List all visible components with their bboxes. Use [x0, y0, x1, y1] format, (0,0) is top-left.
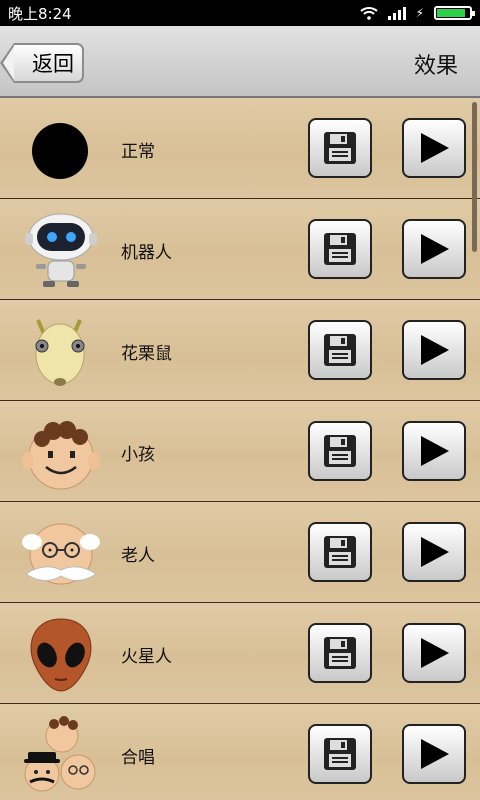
scrollbar[interactable] [472, 102, 477, 252]
title-bar: 返回 效果 [0, 26, 480, 98]
effect-row-normal[interactable]: 正常 [0, 98, 480, 199]
signal-icon [387, 6, 406, 20]
play-button[interactable] [402, 522, 466, 582]
effect-list[interactable]: 正常 机器人 花栗鼠 小孩 老人 火星人 合唱 [0, 98, 480, 800]
child-face-icon [22, 421, 100, 490]
status-icons: ⚡ [359, 6, 475, 20]
effect-row-child[interactable]: 小孩 [0, 401, 480, 502]
save-button[interactable] [308, 421, 372, 481]
floppy-disk-icon [324, 637, 356, 669]
alien-face-icon [30, 618, 92, 692]
old-man-face-icon [22, 523, 100, 585]
effect-label: 正常 [121, 142, 155, 162]
effect-row-old-man[interactable]: 老人 [0, 502, 480, 603]
play-button[interactable] [402, 623, 466, 683]
save-button[interactable] [308, 522, 372, 582]
effect-label: 合唱 [121, 748, 155, 768]
play-button[interactable] [402, 320, 466, 380]
chorus-faces-icon [24, 716, 96, 792]
floppy-disk-icon [324, 435, 356, 467]
status-bar: 晚上8:24 ⚡ [0, 0, 480, 26]
floppy-disk-icon [324, 536, 356, 568]
play-icon [421, 335, 449, 365]
play-icon [421, 537, 449, 567]
play-icon [421, 739, 449, 769]
play-button[interactable] [402, 118, 466, 178]
play-icon [421, 436, 449, 466]
effect-label: 火星人 [121, 647, 172, 667]
play-button[interactable] [402, 724, 466, 784]
effect-label: 小孩 [121, 445, 155, 465]
play-button[interactable] [402, 421, 466, 481]
save-button[interactable] [308, 623, 372, 683]
back-button[interactable]: 返回 [0, 43, 84, 83]
save-button[interactable] [308, 724, 372, 784]
effect-label: 老人 [121, 546, 155, 566]
effect-row-martian[interactable]: 火星人 [0, 603, 480, 704]
floppy-disk-icon [324, 132, 356, 164]
save-button[interactable] [308, 219, 372, 279]
page-title: 效果 [413, 54, 458, 79]
effect-row-chipmunk[interactable]: 花栗鼠 [0, 300, 480, 401]
save-button[interactable] [308, 118, 372, 178]
charging-icon: ⚡ [415, 6, 424, 20]
save-button[interactable] [308, 320, 372, 380]
play-button[interactable] [402, 219, 466, 279]
floppy-disk-icon [324, 738, 356, 770]
status-time: 晚上8:24 [8, 4, 72, 23]
wifi-icon [359, 7, 378, 20]
floppy-disk-icon [324, 233, 356, 265]
chipmunk-icon [35, 319, 85, 386]
robot-icon [25, 213, 97, 287]
battery-icon [434, 6, 475, 20]
black-circle-icon [32, 123, 88, 179]
play-icon [421, 638, 449, 668]
play-icon [421, 234, 449, 264]
play-icon [421, 133, 449, 163]
floppy-disk-icon [324, 334, 356, 366]
effect-label: 花栗鼠 [121, 344, 172, 364]
effect-row-chorus[interactable]: 合唱 [0, 704, 480, 800]
effect-label: 机器人 [121, 243, 172, 263]
effect-row-robot[interactable]: 机器人 [0, 199, 480, 300]
